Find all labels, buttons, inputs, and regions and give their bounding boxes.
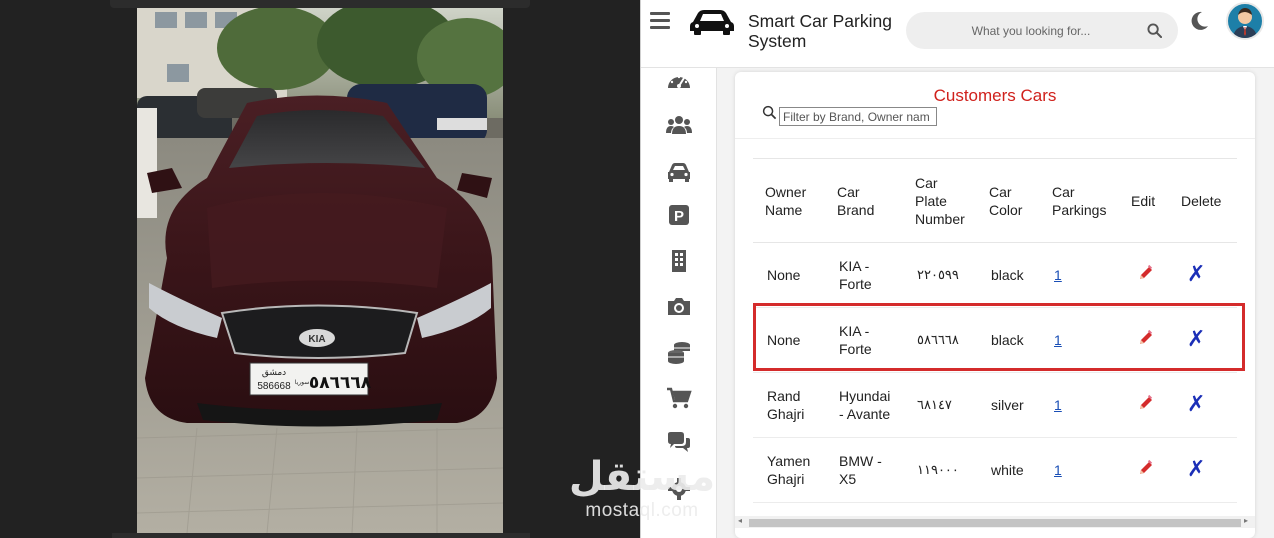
- delete-icon[interactable]: ✗: [1187, 392, 1205, 417]
- header-car-color: Car Color: [977, 158, 1040, 243]
- photo-panel: KIA دمشق 586668 سوريا ٥٨٦٦٦٨: [0, 0, 640, 538]
- search-bar[interactable]: [906, 12, 1178, 49]
- avatar[interactable]: [1226, 2, 1264, 40]
- plate-cell: ٥٨٦٦٦٨: [903, 307, 977, 373]
- owner-cell: None: [753, 242, 825, 308]
- car-icon[interactable]: [666, 158, 692, 184]
- header-delete: Delete: [1169, 158, 1237, 243]
- search-input[interactable]: [926, 12, 1136, 49]
- header-owner-name: Owner Name: [753, 158, 825, 243]
- table-header-row: Owner Name Car Brand Car Plate Number Ca…: [753, 158, 1237, 243]
- brand-cell: KIA - Forte: [825, 242, 903, 308]
- edit-pencil-icon[interactable]: [1137, 459, 1155, 477]
- svg-text:P: P: [674, 208, 684, 225]
- parking-icon[interactable]: P: [666, 202, 692, 228]
- plate-latin: 586668: [257, 381, 291, 392]
- parkings-link[interactable]: 1: [1054, 332, 1062, 348]
- color-cell: black: [977, 307, 1040, 373]
- moon-icon[interactable]: [1188, 10, 1210, 32]
- color-cell: white: [977, 437, 1040, 503]
- scroll-left-arrow-icon[interactable]: ◂: [738, 516, 742, 525]
- chat-icon[interactable]: [666, 430, 692, 456]
- users-icon[interactable]: [666, 112, 692, 138]
- building-icon[interactable]: [666, 248, 692, 274]
- edit-pencil-icon[interactable]: [1137, 329, 1155, 347]
- header-edit: Edit: [1119, 158, 1169, 243]
- cars-table: Owner Name Car Brand Car Plate Number Ca…: [753, 158, 1237, 503]
- top-bar: Smart Car Parking System: [641, 0, 1274, 68]
- owner-cell: None: [753, 307, 825, 373]
- car-logo-icon: [690, 10, 734, 35]
- car-photo: KIA دمشق 586668 سوريا ٥٨٦٦٦٨: [137, 8, 503, 533]
- plate-arabic: ٥٨٦٦٦٨: [309, 373, 372, 393]
- gear-icon[interactable]: [666, 476, 692, 502]
- edit-pencil-icon[interactable]: [1137, 394, 1155, 412]
- color-cell: black: [977, 242, 1040, 308]
- color-cell: silver: [977, 372, 1040, 438]
- plate-cell: ٦٨١٤٧: [903, 372, 977, 438]
- sidebar: P: [641, 68, 717, 538]
- scroll-right-arrow-icon[interactable]: ▸: [1244, 516, 1248, 525]
- brand-cell: KIA - Forte: [825, 307, 903, 373]
- plate-cell: ١١٩٠٠٠: [903, 437, 977, 503]
- photo-viewer-bottombar: [112, 533, 530, 538]
- delete-icon[interactable]: ✗: [1187, 457, 1205, 482]
- grille-logo: KIA: [308, 334, 325, 345]
- table-row: Yamen Ghajri BMW - X5 ١١٩٠٠٠ white 1 ✗: [753, 437, 1237, 503]
- delete-icon[interactable]: ✗: [1187, 262, 1205, 287]
- scrollbar-thumb[interactable]: [749, 519, 1241, 527]
- filter-search-icon: [762, 105, 777, 120]
- camera-icon[interactable]: [666, 293, 692, 319]
- app-window: Smart Car Parking System What you lookin…: [640, 0, 1274, 538]
- divider: [735, 138, 1255, 139]
- menu-icon[interactable]: [650, 12, 670, 32]
- delete-icon[interactable]: ✗: [1187, 327, 1205, 352]
- owner-cell: Rand Ghajri: [753, 372, 825, 438]
- photo-viewer-topbar: [110, 0, 530, 8]
- parkings-link[interactable]: 1: [1054, 462, 1062, 478]
- header-car-parkings: Car Parkings: [1040, 158, 1119, 243]
- plate-side: سوريا: [295, 379, 310, 386]
- plate-city: دمشق: [262, 368, 286, 378]
- app-title: Smart Car Parking System: [748, 11, 892, 51]
- plate-cell: ٢٢٠٥٩٩: [903, 242, 977, 308]
- cart-icon[interactable]: [666, 385, 692, 411]
- filter-input[interactable]: [779, 107, 937, 126]
- card-title: Customers Cars: [933, 86, 1057, 105]
- dashboard-icon[interactable]: [666, 68, 692, 94]
- table-row: Rand Ghajri Hyundai - Avante ٦٨١٤٧ silve…: [753, 372, 1237, 438]
- parkings-link[interactable]: 1: [1054, 267, 1062, 283]
- header-car-brand: Car Brand: [825, 158, 903, 243]
- header-car-plate-number: Car Plate Number: [903, 158, 977, 243]
- edit-pencil-icon[interactable]: [1137, 264, 1155, 282]
- parkings-link[interactable]: 1: [1054, 397, 1062, 413]
- brand-cell: Hyundai - Avante: [825, 372, 903, 438]
- search-icon[interactable]: [1147, 23, 1162, 38]
- table-row: None KIA - Forte ٢٢٠٥٩٩ black 1 ✗: [753, 242, 1237, 308]
- brand-cell: BMW - X5: [825, 437, 903, 503]
- customers-cars-card: Customers Cars Owner Name Car Brand Car …: [735, 72, 1255, 538]
- coins-icon[interactable]: [666, 339, 692, 365]
- table-row: None KIA - Forte ٥٨٦٦٦٨ black 1 ✗: [753, 307, 1237, 373]
- owner-cell: Yamen Ghajri: [753, 437, 825, 503]
